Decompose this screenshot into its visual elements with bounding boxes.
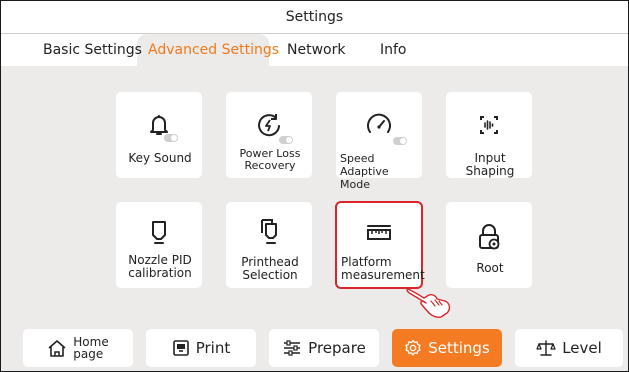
nav-home-button[interactable]: Home page xyxy=(23,329,133,367)
card-label: Speed Adaptive Mode xyxy=(340,152,389,191)
nav-level-button[interactable]: Level xyxy=(515,329,623,367)
card-root[interactable]: Root xyxy=(446,202,532,288)
pointing-hand-icon xyxy=(406,288,451,318)
card-printhead-selection[interactable]: Printhead Selection xyxy=(226,202,312,288)
print-label: Print xyxy=(195,339,231,357)
card-label: Platform measurement xyxy=(341,255,425,282)
ruler-icon xyxy=(367,225,391,240)
nav-prepare-button[interactable]: Prepare xyxy=(269,329,379,367)
nozzle-icon xyxy=(152,221,166,244)
power-loss-toggle[interactable] xyxy=(279,136,293,144)
card-nozzle-pid-calibration[interactable]: Nozzle PID calibration xyxy=(116,202,202,288)
card-key-sound[interactable]: Key Sound xyxy=(116,92,202,178)
card-label: Input Shaping xyxy=(465,151,515,178)
level-label: Level xyxy=(562,339,602,357)
power-loss-icon xyxy=(258,114,280,137)
tab-advanced-settings[interactable]: Advanced Settings xyxy=(148,42,279,58)
card-label: Nozzle PID calibration xyxy=(128,253,192,280)
tab-network[interactable]: Network xyxy=(287,42,345,58)
speed-adaptive-toggle[interactable] xyxy=(393,137,407,145)
home-label: Home page xyxy=(73,335,109,361)
card-power-loss-recovery[interactable]: Power Loss Recovery xyxy=(226,92,312,178)
key-sound-toggle[interactable] xyxy=(164,134,178,142)
printhead-icon xyxy=(261,219,277,244)
home-icon xyxy=(48,340,66,357)
nav-settings-button[interactable]: Settings xyxy=(392,329,502,367)
card-label: Power Loss Recovery xyxy=(239,147,301,172)
tab-info[interactable]: Info xyxy=(380,42,407,58)
card-speed-adaptive-mode[interactable]: Speed Adaptive Mode xyxy=(336,92,422,191)
card-label: Root xyxy=(476,261,504,275)
settings-label: Settings xyxy=(428,339,490,357)
tab-basic-settings[interactable]: Basic Settings xyxy=(43,42,142,58)
settings-screen: Settings Basic Settings Advanced Setting… xyxy=(0,0,629,372)
gear-icon xyxy=(405,339,421,356)
speedometer-icon xyxy=(367,113,391,133)
nav-print-button[interactable]: Print xyxy=(146,329,256,367)
sliders-icon xyxy=(284,340,301,356)
print-icon xyxy=(172,340,189,356)
input-shaping-icon xyxy=(480,116,498,134)
card-label: Printhead Selection xyxy=(241,255,299,282)
title-bar: Settings xyxy=(1,1,628,34)
card-label: Key Sound xyxy=(128,151,192,165)
prepare-label: Prepare xyxy=(308,339,366,357)
lock-icon xyxy=(479,224,500,250)
page-title: Settings xyxy=(285,9,344,25)
scale-icon xyxy=(536,340,556,356)
card-input-shaping[interactable]: Input Shaping xyxy=(446,92,532,178)
card-platform-measurement[interactable]: Platform measurement xyxy=(335,201,425,289)
